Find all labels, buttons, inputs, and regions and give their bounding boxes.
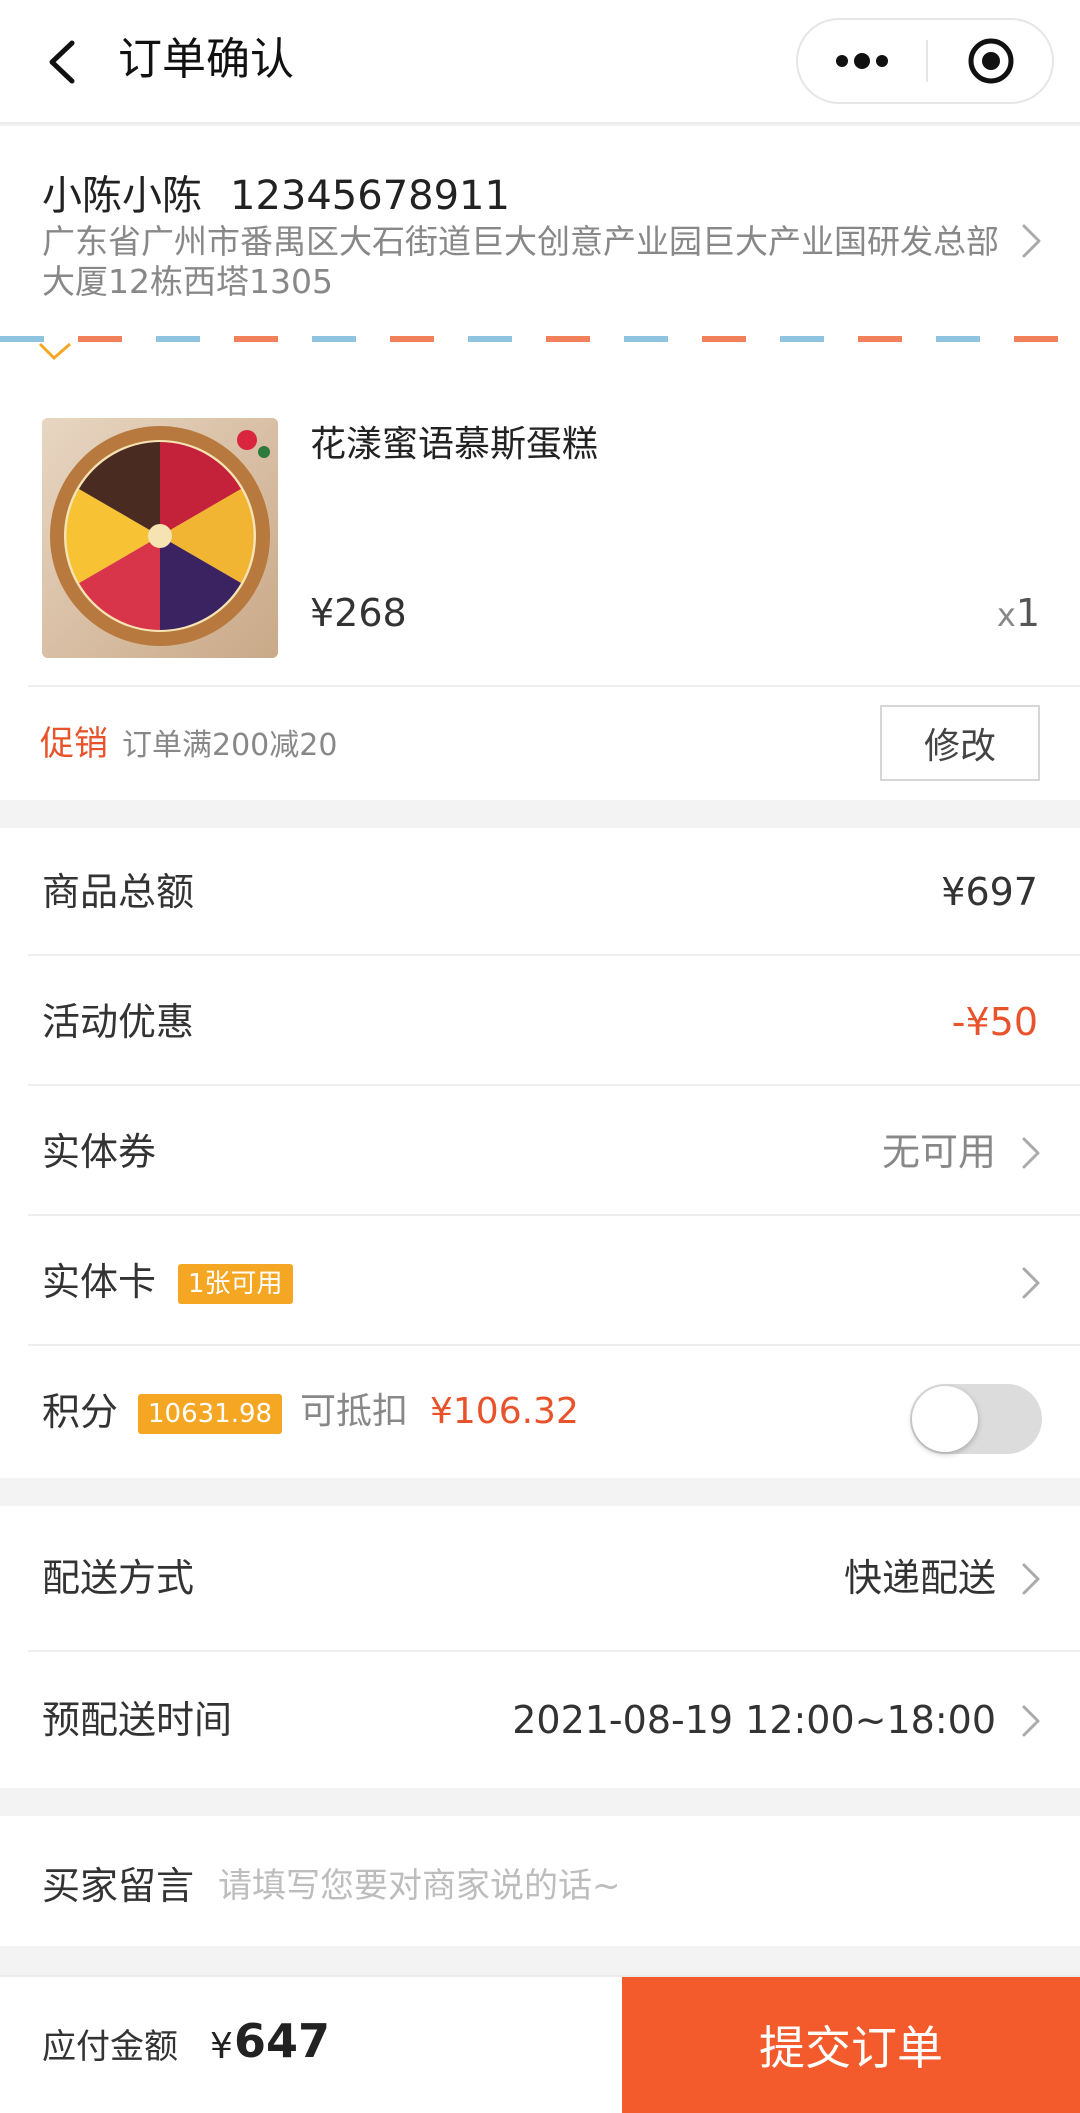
delivery-section: 配送方式 快递配送 预配送时间 2021-08-19 12:00~18:00 (0, 1506, 1080, 1788)
more-dots-icon (836, 53, 888, 69)
row-delivery-method[interactable]: 配送方式 快递配送 (0, 1514, 1080, 1652)
delivery-method-value: 快递配送 (843, 1556, 996, 1600)
product-card: 花漾蜜语慕斯蛋糕 ¥268 x1 促销 订单满200减20 修改 (0, 342, 1080, 800)
promotion-description: 订单满200减20 (122, 728, 338, 763)
target-circle-icon (968, 38, 1014, 84)
row-points: 积分 10631.98 可抵扣 ¥106.32 (0, 1348, 1080, 1478)
voucher-label: 实体券 (42, 1130, 157, 1174)
pay-amount-value: 647 (234, 2014, 331, 2068)
divider (28, 1650, 1080, 1652)
pay-currency: ¥ (210, 2026, 233, 2067)
buyer-message-input[interactable] (218, 1856, 1038, 1916)
points-deduct-label: 可抵扣 (300, 1391, 409, 1432)
price-summary-section: 商品总额 ¥697 活动优惠 -¥50 实体券 无可用 实体卡 1张可用 积分 … (0, 828, 1080, 1478)
row-total: 商品总额 ¥697 (0, 828, 1080, 956)
toggle-knob (912, 1386, 978, 1452)
receiver-name: 小陈小陈 (42, 173, 202, 219)
delivery-time-value: 2021-08-19 12:00~18:00 (512, 1698, 996, 1742)
divider (28, 685, 1080, 687)
receiver-address: 广东省广州市番禺区大石街道巨大创意产业园巨大产业国研发总部大厦12栋西塔1305 (42, 222, 999, 301)
chevron-right-icon (1022, 1267, 1040, 1299)
delivery-method-label: 配送方式 (42, 1556, 195, 1600)
close-button[interactable] (928, 20, 1054, 102)
mini-program-capsule (796, 18, 1054, 104)
product-quantity: x1 (980, 588, 1040, 640)
row-card[interactable]: 实体卡 1张可用 (0, 1218, 1080, 1346)
chevron-right-icon (1022, 1563, 1040, 1595)
address-card[interactable]: 小陈小陈 12345678911 广东省广州市番禺区大石街道巨大创意产业园巨大产… (0, 126, 1080, 342)
buyer-message-label: 买家留言 (42, 1864, 195, 1908)
chevron-right-icon (1022, 1137, 1040, 1169)
points-toggle[interactable] (910, 1384, 1042, 1454)
total-value: ¥697 (941, 870, 1038, 914)
row-delivery-time[interactable]: 预配送时间 2021-08-19 12:00~18:00 (0, 1656, 1080, 1786)
card-label: 实体卡 (42, 1260, 157, 1304)
discount-value: -¥50 (951, 1000, 1038, 1044)
promotion-tag: 促销 (40, 724, 108, 764)
quantity-prefix: x (996, 596, 1016, 634)
checkout-bar: 应付金额 ¥ 647 提交订单 (0, 1975, 1080, 2113)
order-confirm-page: 订单确认 小陈小陈 12345678911 广东省广州市番禺区大石街道巨大创意产… (0, 0, 1080, 2113)
scrolled-option-peek (36, 342, 276, 362)
modify-button[interactable]: 修改 (880, 705, 1040, 781)
divider (28, 1344, 1080, 1346)
submit-order-button[interactable]: 提交订单 (622, 1977, 1080, 2113)
voucher-value: 无可用 (881, 1130, 996, 1174)
divider (28, 1214, 1080, 1216)
row-voucher[interactable]: 实体券 无可用 (0, 1088, 1080, 1216)
divider (28, 954, 1080, 956)
more-button[interactable] (798, 20, 926, 102)
chevron-right-icon (1022, 224, 1041, 258)
receiver-phone: 12345678911 (230, 173, 510, 219)
divider (28, 1084, 1080, 1086)
product-price: ¥268 (310, 591, 407, 635)
total-label: 商品总额 (42, 870, 195, 914)
page-title: 订单确认 (118, 34, 294, 85)
chevron-left-icon (49, 40, 75, 84)
discount-label: 活动优惠 (42, 1000, 195, 1044)
pay-amount-label: 应付金额 (42, 2027, 178, 2067)
back-button[interactable] (36, 32, 86, 92)
card-available-badge: 1张可用 (178, 1264, 293, 1304)
buyer-message-section: 买家留言 (0, 1816, 1080, 1946)
quantity-value: 1 (1015, 591, 1040, 635)
points-badge: 10631.98 (138, 1394, 283, 1434)
chevron-right-icon (1022, 1705, 1040, 1737)
row-discount: 活动优惠 -¥50 (0, 958, 1080, 1086)
nav-bar: 订单确认 (0, 0, 1080, 124)
points-label: 积分 (42, 1390, 119, 1434)
points-deduct-value: ¥106.32 (430, 1391, 579, 1432)
product-image[interactable] (42, 418, 278, 658)
product-name: 花漾蜜语慕斯蛋糕 (310, 424, 599, 465)
delivery-time-label: 预配送时间 (42, 1698, 233, 1742)
